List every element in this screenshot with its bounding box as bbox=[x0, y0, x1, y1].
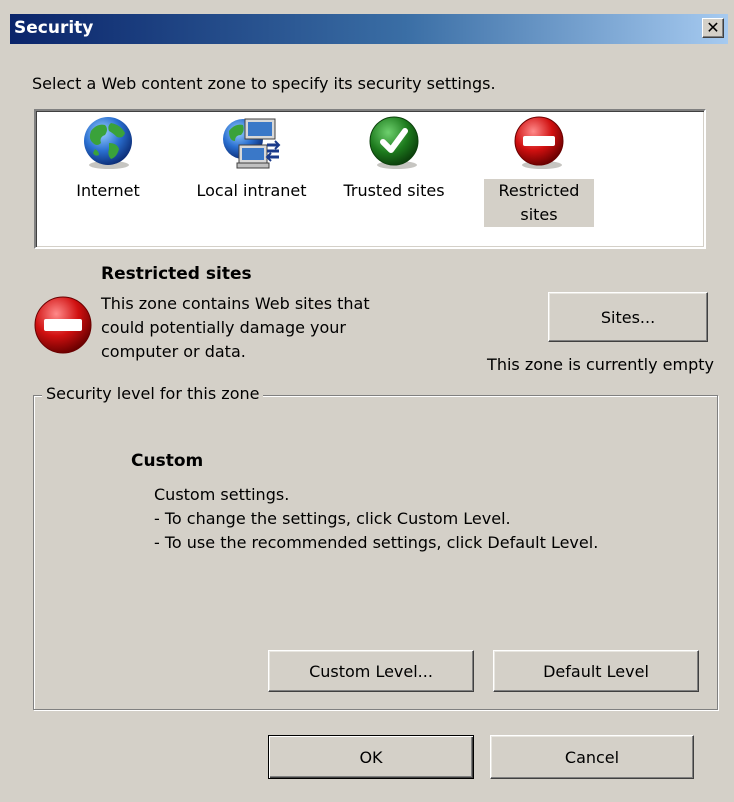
zone-item-restricted-sites[interactable]: Restricted sites bbox=[484, 113, 594, 227]
selected-zone-description: This zone contains Web sites that could … bbox=[101, 292, 431, 364]
window-title: Security bbox=[14, 18, 94, 38]
zone-label: Internet bbox=[76, 181, 140, 200]
selected-zone-title: Restricted sites bbox=[101, 264, 252, 284]
zone-label: Local intranet bbox=[196, 181, 307, 200]
title-bar: Security ✕ bbox=[10, 14, 728, 44]
close-button[interactable]: ✕ bbox=[702, 18, 724, 38]
globe-icon bbox=[84, 117, 132, 169]
zone-label-line: sites bbox=[520, 205, 558, 224]
zone-list: Internet Local intranet Trusted sites Re… bbox=[34, 109, 706, 249]
level-line: - To use the recommended settings, click… bbox=[154, 533, 599, 552]
close-icon: ✕ bbox=[706, 18, 720, 37]
description-line: could potentially damage your bbox=[101, 318, 346, 337]
zone-item-internet[interactable]: Internet bbox=[68, 113, 148, 203]
zone-label: Restricted sites bbox=[484, 179, 594, 227]
network-computer-icon bbox=[222, 118, 280, 169]
no-entry-icon bbox=[514, 116, 564, 169]
ok-button[interactable]: OK bbox=[268, 735, 474, 779]
level-line: Custom settings. bbox=[154, 485, 290, 504]
security-level-description: Custom settings. - To change the setting… bbox=[154, 483, 598, 555]
zone-label-line: Restricted bbox=[498, 181, 580, 200]
cancel-button[interactable]: Cancel bbox=[490, 735, 694, 779]
custom-level-button[interactable]: Custom Level... bbox=[268, 650, 474, 692]
checkmark-icon bbox=[369, 116, 419, 169]
zone-status-text: This zone is currently empty bbox=[487, 355, 714, 374]
zone-item-local-intranet[interactable]: Local intranet bbox=[184, 113, 319, 203]
zone-instruction: Select a Web content zone to specify its… bbox=[32, 74, 496, 93]
group-label: Security level for this zone bbox=[42, 384, 264, 403]
zone-label: Trusted sites bbox=[343, 181, 445, 200]
default-level-button[interactable]: Default Level bbox=[493, 650, 699, 692]
zone-item-trusted-sites[interactable]: Trusted sites bbox=[332, 113, 456, 203]
description-line: computer or data. bbox=[101, 342, 246, 361]
sites-button[interactable]: Sites... bbox=[548, 292, 708, 342]
security-level-name: Custom bbox=[131, 451, 204, 471]
no-entry-icon bbox=[34, 296, 92, 354]
level-line: - To change the settings, click Custom L… bbox=[154, 509, 511, 528]
description-line: This zone contains Web sites that bbox=[101, 294, 370, 313]
